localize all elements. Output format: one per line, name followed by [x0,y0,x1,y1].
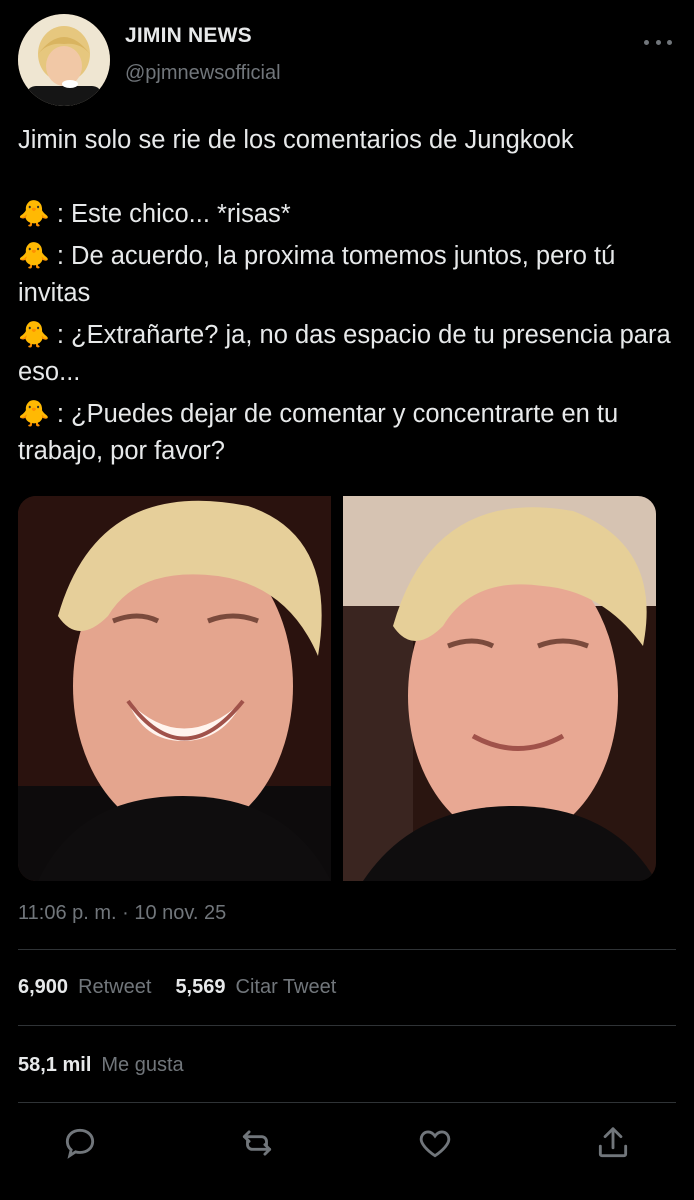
tweet-actions [0,1124,694,1168]
more-dot [667,39,672,45]
more-icon[interactable] [644,34,672,50]
quotes-count[interactable]: 5,569 [175,976,225,999]
tweet-line: 🐥 : De acuerdo, la proxima tomemos junto… [18,238,683,312]
retweet-icon[interactable] [238,1124,276,1162]
avatar-image [18,14,110,106]
heart-icon[interactable] [416,1124,454,1162]
tweet-line: 🐥 : ¿Puedes dejar de comentar y concentr… [18,396,683,470]
photo-2[interactable] [343,496,656,881]
tweet-line-text: : ¿Puedes dejar de comentar y concentrar… [18,400,619,465]
tweet-line: 🐥 : Este chico... *risas* [18,196,683,233]
photo-2-image [343,496,656,881]
retweets-label[interactable]: Retweet [78,976,151,999]
author-avatar[interactable] [18,14,110,106]
engagement-stats: 6,900 Retweet 5,569 Citar Tweet [18,976,350,999]
likes-stats: 58,1 mil Me gusta [18,1054,198,1077]
photo-1[interactable] [18,496,331,881]
chick-emoji-icon: 🐥 [18,242,50,270]
author-handle[interactable]: @pjmnewsofficial [125,62,281,85]
tweet-text: Jimin solo se rie de los comentarios de … [18,122,683,475]
quotes-label[interactable]: Citar Tweet [236,976,337,999]
reply-icon[interactable] [61,1124,99,1162]
photo-1-image [18,496,331,881]
chick-emoji-icon: 🐥 [18,200,50,228]
divider [18,949,676,950]
more-dot [644,39,649,45]
likes-label[interactable]: Me gusta [101,1054,183,1077]
author-display-name[interactable]: JIMIN NEWS [125,24,252,48]
share-icon[interactable] [594,1124,632,1162]
tweet-line-text: : ¿Extrañarte? ja, no das espacio de tu … [18,321,671,386]
divider [18,1102,676,1103]
tweet-line-text: : De acuerdo, la proxima tomemos juntos,… [18,242,616,307]
chick-emoji-icon: 🐥 [18,321,50,349]
tweet-media [18,496,656,881]
retweets-count[interactable]: 6,900 [18,976,68,999]
more-dot [655,39,661,45]
likes-count[interactable]: 58,1 mil [18,1054,91,1077]
chick-emoji-icon: 🐥 [18,400,50,428]
tweet-line: 🐥 : ¿Extrañarte? ja, no das espacio de t… [18,317,683,391]
tweet-timestamp[interactable]: 11:06 p. m. · 10 nov. 25 [18,902,226,925]
tweet-lead: Jimin solo se rie de los comentarios de … [18,126,574,154]
divider [18,1025,676,1026]
tweet-line-text: : Este chico... *risas* [56,200,291,228]
